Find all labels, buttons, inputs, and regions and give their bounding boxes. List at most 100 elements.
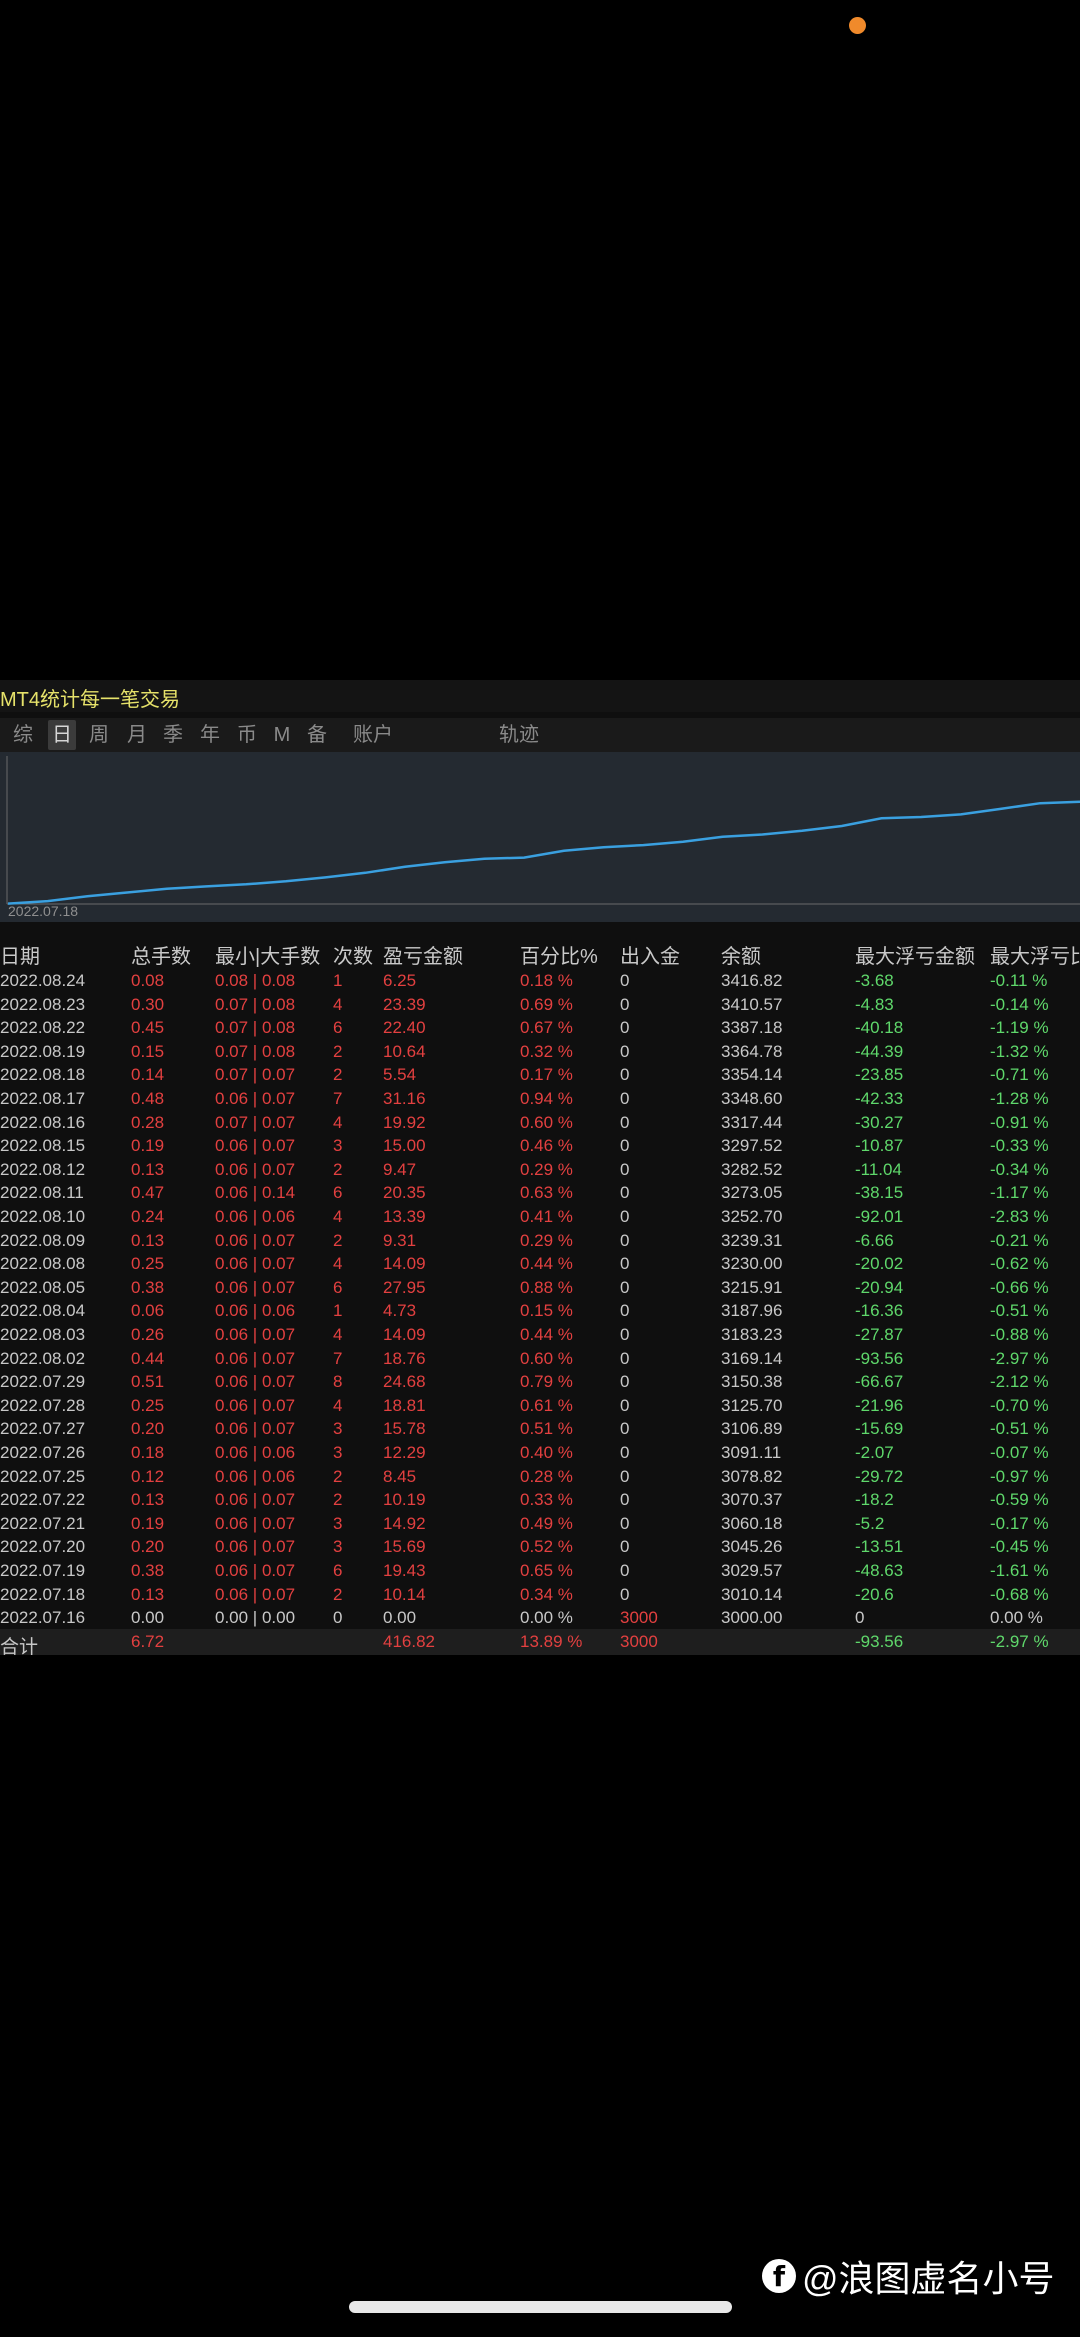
- table-cell: -0.97 %: [990, 1466, 1049, 1486]
- tab-2[interactable]: 周: [86, 720, 112, 750]
- table-cell: 3125.70: [721, 1395, 783, 1415]
- table-cell: -0.11 %: [990, 971, 1048, 990]
- table-cell: 0.00: [131, 1608, 165, 1628]
- table-cell: 0.06 | 0.07: [215, 1325, 296, 1344]
- table-cell: 0: [620, 1561, 630, 1580]
- table-cell: 0.28 %: [520, 1466, 573, 1486]
- row-date: 2022.07.25: [0, 1466, 86, 1486]
- table-cell: 4: [333, 1207, 343, 1226]
- table-cell: 14.92: [383, 1513, 426, 1533]
- total-cell: 13.89 %: [520, 1632, 583, 1651]
- table-cell: 3091.11: [721, 1443, 782, 1462]
- table-cell: -66.67: [855, 1372, 904, 1392]
- table-cell: 0: [620, 1065, 630, 1085]
- table-cell: 0.07 | 0.07: [215, 1065, 296, 1085]
- table-cell: 31.16: [383, 1089, 426, 1108]
- table-cell: -0.51 %: [990, 1301, 1049, 1321]
- column-header-8[interactable]: 最大浮亏金额: [855, 940, 975, 969]
- home-indicator[interactable]: [349, 2301, 732, 2313]
- total-cell: 6.72: [131, 1632, 165, 1651]
- mt4-stats-panel: MT4统计每一笔交易 综日周月季年币 M 备账户 轨迹 2022.07.18 日期 总手…: [0, 680, 1080, 1658]
- tab-6[interactable]: 币: [234, 720, 260, 750]
- table-cell: 0.20: [131, 1419, 165, 1439]
- table-cell: 6: [333, 1018, 343, 1038]
- table-cell: 4: [333, 1254, 343, 1274]
- row-date: 2022.08.08: [0, 1254, 86, 1274]
- tab-1[interactable]: 日: [48, 720, 76, 750]
- table-cell: 0.29 %: [520, 1230, 573, 1250]
- column-header-4[interactable]: 盈亏金额: [383, 940, 463, 969]
- row-date: 2022.07.29: [0, 1372, 86, 1392]
- table-cell: 0: [620, 1301, 630, 1321]
- table-cell: 0.13: [131, 1490, 165, 1510]
- chart-start-date: 2022.07.18: [8, 903, 79, 919]
- tab-8[interactable]: 备: [304, 720, 330, 750]
- table-cell: 0.06 | 0.06: [215, 1443, 296, 1462]
- tab-0[interactable]: 综: [10, 720, 36, 750]
- table-cell: 0.18: [131, 1443, 165, 1462]
- table-cell: 10.64: [383, 1041, 426, 1061]
- tab-3[interactable]: 月: [124, 720, 150, 750]
- row-date: 2022.08.15: [0, 1136, 86, 1156]
- balance-chart-svg: [6, 756, 1080, 905]
- table-cell: 0.24: [131, 1207, 165, 1226]
- table-cell: 3187.96: [721, 1301, 783, 1321]
- row-date: 2022.08.02: [0, 1348, 86, 1368]
- table-cell: 0.32 %: [520, 1041, 573, 1061]
- table-cell: 0: [620, 1584, 630, 1604]
- table-cell: 8.45: [383, 1466, 417, 1486]
- table-cell: 0.79 %: [520, 1372, 573, 1392]
- column-header-9[interactable]: 最大浮亏比: [990, 940, 1080, 969]
- table-cell: -13.51: [855, 1537, 904, 1557]
- table-cell: 0.06 | 0.06: [215, 1466, 296, 1486]
- row-date: 2022.07.16: [0, 1608, 86, 1628]
- table-cell: 0: [620, 1490, 630, 1510]
- table-cell: 1: [333, 1301, 343, 1321]
- table-cell: -20.02: [855, 1254, 904, 1274]
- table-cell: 2: [333, 1159, 343, 1179]
- table-cell: 0.44 %: [520, 1325, 573, 1344]
- table-cell: -0.68 %: [990, 1584, 1049, 1604]
- tab-5[interactable]: 年: [197, 720, 223, 750]
- table-cell: 3106.89: [721, 1419, 783, 1439]
- table-cell: 0.51: [131, 1372, 165, 1392]
- table-cell: 0.00 | 0.00: [215, 1608, 296, 1628]
- table-cell: 0.06 | 0.06: [215, 1301, 296, 1321]
- tab-9[interactable]: 账户: [350, 720, 396, 750]
- table-cell: 0.44: [131, 1348, 165, 1368]
- table-cell: -0.21 %: [990, 1230, 1049, 1250]
- row-date: 2022.08.18: [0, 1065, 86, 1085]
- table-cell: -16.36: [855, 1301, 904, 1321]
- table-cell: 3070.37: [721, 1490, 783, 1510]
- table-cell: -2.83 %: [990, 1207, 1049, 1226]
- table-cell: 0: [620, 1136, 630, 1156]
- table-cell: 0.06 | 0.07: [215, 1561, 296, 1580]
- table-cell: 2: [333, 1584, 343, 1604]
- table-cell: 6: [333, 1183, 343, 1203]
- row-date: 2022.08.22: [0, 1018, 86, 1038]
- table-cell: 3060.18: [721, 1513, 783, 1533]
- row-date: 2022.08.09: [0, 1230, 86, 1250]
- table-cell: 0.60 %: [520, 1112, 573, 1132]
- table-cell: 0.60 %: [520, 1348, 573, 1368]
- tab-7[interactable]: M: [272, 720, 292, 750]
- column-header-2[interactable]: 最小|大手数: [215, 940, 320, 969]
- column-header-5[interactable]: 百分比%: [520, 940, 598, 969]
- column-header-6[interactable]: 出入金: [620, 940, 680, 969]
- column-header-3[interactable]: 次数: [333, 940, 373, 969]
- row-date: 2022.08.11: [0, 1183, 84, 1203]
- table-cell: 0.17 %: [520, 1065, 573, 1085]
- table-cell: -0.14 %: [990, 994, 1049, 1014]
- table-cell: 0.45: [131, 1018, 165, 1038]
- column-header-1[interactable]: 总手数: [131, 940, 191, 969]
- table-cell: 0.28: [131, 1112, 165, 1132]
- table-cell: 19.92: [383, 1112, 426, 1132]
- tab-4[interactable]: 季: [160, 720, 186, 750]
- table-cell: 2: [333, 1490, 343, 1510]
- table-cell: 7: [333, 1348, 343, 1368]
- table-cell: 3354.14: [721, 1065, 783, 1085]
- table-cell: 6: [333, 1277, 343, 1297]
- column-header-0[interactable]: 日期: [0, 940, 40, 969]
- tab-10[interactable]: 轨迹: [497, 720, 541, 750]
- column-header-7[interactable]: 余额: [721, 940, 761, 969]
